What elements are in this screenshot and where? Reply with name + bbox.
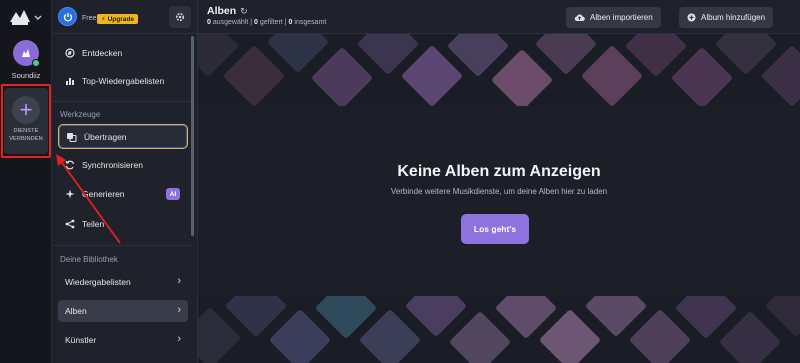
selected-count: 0 [207,19,211,26]
gear-icon [175,12,185,22]
chevron-right-icon: › [177,275,181,287]
chevron-right-icon: › [177,304,181,316]
tool-sync[interactable]: Synchronisieren [58,154,188,176]
library-section-label: Deine Bibliothek [60,255,118,264]
power-icon [63,12,72,22]
library-item-label: Wiedergabelisten [65,277,131,287]
app-logo[interactable] [8,6,44,30]
logo-icon [10,10,30,25]
library-item-label: Alben [65,306,87,316]
sidebar-account-bar: Free ⚡ Upgrade [52,0,198,34]
tool-share-label: Teilen [82,219,105,229]
decorative-mosaic-bottom [198,296,800,363]
service-name: Soundiiz [11,71,41,80]
library-item-playlists[interactable]: Wiedergabelisten › [58,271,188,293]
tool-generate-label: Generieren [82,189,125,199]
tool-generate[interactable]: Generieren AI [58,183,188,205]
tool-share[interactable]: Teilen [58,213,188,235]
sidebar-divider [52,245,192,246]
add-album-label: Album hinzufügen [701,13,766,22]
plan-label: Free [82,15,97,22]
selected-label: ausgewählt [212,19,249,26]
filtered-count: 0 [254,19,258,26]
sidebar-scrollbar[interactable] [191,36,194,236]
share-icon [65,219,75,229]
main-content: Alben ↻ 0 ausgewählt | 0 gefiltert | 0 i… [198,0,800,363]
settings-button[interactable] [169,6,191,28]
user-avatar[interactable] [58,7,77,26]
decorative-mosaic-top [198,34,800,106]
service-soundiiz[interactable]: Soundiiz [0,40,52,80]
total-count: 0 [288,19,293,26]
bar-chart-icon [66,78,74,85]
nav-top-playlists-label: Top-Wiedergabelisten [82,76,165,86]
soundiiz-avatar [13,40,40,67]
cloud-upload-icon [574,14,585,21]
sync-icon [65,160,75,170]
empty-state-subtitle: Verbinde weitere Musikdienste, um deine … [390,187,608,196]
upgrade-badge[interactable]: ⚡ Upgrade [97,14,138,24]
get-started-button[interactable]: Los geht's [461,214,529,244]
content-header: Alben ↻ 0 ausgewählt | 0 gefiltert | 0 i… [198,0,800,34]
tools-section-label: Werkzeuge [60,110,101,119]
connected-status-dot [32,59,40,67]
sidebar-divider [52,101,192,102]
upgrade-label: Upgrade [107,15,134,23]
chevron-right-icon: › [177,333,181,345]
selection-summary: 0 ausgewählt | 0 gefiltert | 0 insgesamt [207,19,327,26]
library-item-albums[interactable]: Alben › [58,300,188,322]
transfer-icon [67,132,77,142]
tool-transfer-label: Übertragen [84,131,127,142]
tool-transfer[interactable]: Übertragen [58,124,188,149]
empty-state-title: Keine Alben zum Anzeigen [397,163,601,180]
globe-icon [65,48,75,58]
bolt-icon: ⚡ [101,16,106,23]
service-rail: Soundiiz + DIENSTE VERBINDEN [0,0,52,363]
nav-discover[interactable]: Entdecken [58,42,188,64]
empty-state-panel [198,106,800,296]
nav-top-playlists[interactable]: Top-Wiedergabelisten [58,70,188,92]
library-item-artists[interactable]: Künstler › [58,329,188,351]
sparkle-icon [65,189,75,199]
total-label: insgesamt [294,19,327,26]
nav-discover-label: Entdecken [82,48,123,58]
sidebar: Free ⚡ Upgrade Entdecken Top-Wiedergabel… [52,0,198,363]
import-albums-button[interactable]: Alben importieren [566,7,661,28]
import-albums-label: Alben importieren [590,13,653,22]
tool-sync-label: Synchronisieren [82,160,143,170]
refresh-icon[interactable]: ↻ [240,6,248,17]
annotation-highlight-box [1,84,51,158]
page-title: Alben [207,5,237,17]
chevron-down-icon [34,15,42,20]
filtered-label: gefiltert [259,19,283,26]
ai-badge: AI [166,188,180,200]
plus-circle-icon [687,13,696,22]
soundiiz-icon [22,49,30,57]
add-album-button[interactable]: Album hinzufügen [679,7,774,28]
library-item-label: Künstler [65,335,97,345]
